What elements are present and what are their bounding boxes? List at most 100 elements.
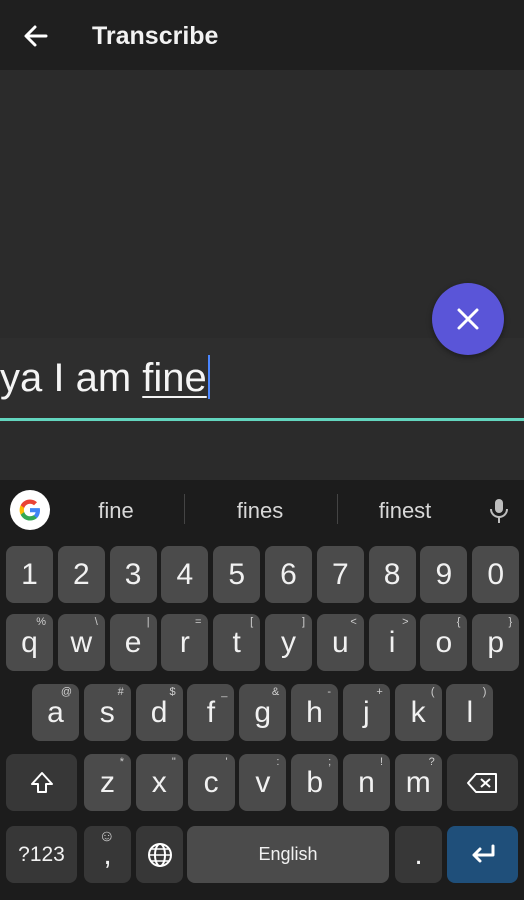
key-hint: :	[276, 756, 280, 768]
key-f[interactable]: f _	[187, 684, 235, 741]
key-hint: (	[430, 686, 435, 698]
key-hint: >	[402, 616, 409, 628]
key-4[interactable]: 4	[161, 546, 209, 603]
transcript-plain: ya I am	[0, 356, 143, 400]
key-8[interactable]: 8	[368, 546, 416, 603]
key-n[interactable]: n!	[343, 754, 390, 811]
key-v[interactable]: v:	[239, 754, 287, 811]
text-caret	[207, 355, 210, 399]
key-s[interactable]: s #	[83, 684, 131, 741]
key-label: e	[124, 625, 142, 659]
key-m[interactable]: m?	[394, 754, 442, 811]
key-hint: '	[225, 756, 228, 768]
key-label: d	[150, 695, 168, 729]
key-label: y	[281, 625, 296, 659]
suggestion-1[interactable]: fine	[70, 498, 162, 524]
shift-icon	[30, 771, 53, 793]
key-label: 6	[280, 557, 297, 591]
close-button[interactable]	[432, 283, 504, 355]
key-h[interactable]: h-	[291, 684, 338, 741]
key-3[interactable]: 3	[109, 546, 157, 603]
key-u[interactable]: u <	[316, 614, 364, 671]
key-7[interactable]: 7	[316, 546, 364, 603]
key-label: 2	[72, 557, 90, 591]
backspace-icon	[466, 772, 497, 793]
page-title: Transcribe	[92, 22, 219, 50]
key-b[interactable]: b;	[291, 754, 339, 811]
key-hint: !	[379, 756, 383, 768]
key-9[interactable]: 9	[420, 546, 468, 603]
key-2[interactable]: 2	[57, 546, 105, 603]
key-d[interactable]: d $	[135, 684, 183, 741]
key-l[interactable]: l)	[446, 684, 494, 741]
key-p[interactable]: p}	[472, 614, 520, 671]
key-label: j	[362, 695, 370, 729]
key-label: 7	[331, 557, 349, 591]
key-hint: {	[456, 616, 461, 628]
key-z[interactable]: z *	[84, 754, 131, 811]
key-5[interactable]: 5	[213, 546, 261, 603]
key-hint: ;	[328, 756, 332, 768]
key-0[interactable]: 0	[472, 546, 520, 603]
key-y[interactable]: y]	[265, 614, 312, 671]
key-hint: =	[194, 616, 202, 628]
keyboard: fine fines finest 1 2 3 4 5 6 7 8 9 0 q% w \ e | r = t[y]…	[0, 480, 524, 900]
suggestion-2[interactable]: fines	[210, 498, 310, 524]
key-1[interactable]: 1	[6, 546, 53, 603]
period-key[interactable]: .	[395, 826, 442, 883]
transcription-area: ya I am fine	[0, 70, 524, 480]
globe-icon	[147, 842, 172, 867]
input-underline	[0, 418, 524, 421]
enter-key[interactable]	[447, 826, 518, 883]
symbols-key[interactable]: ?123	[6, 826, 77, 883]
enter-icon	[472, 844, 494, 862]
key-label: .	[414, 837, 423, 871]
space-key[interactable]: English	[187, 826, 389, 883]
key-label: h	[306, 695, 323, 729]
key-label: t	[232, 625, 241, 659]
key-label: u	[331, 625, 349, 659]
comma-key[interactable]: , ☺	[84, 826, 131, 883]
key-hint: <	[350, 616, 357, 628]
key-t[interactable]: t[	[213, 614, 261, 671]
key-hint: %	[36, 616, 46, 628]
suggestion-strip: fine fines finest	[0, 480, 524, 540]
backspace-key[interactable]	[447, 754, 518, 811]
key-label: k	[410, 695, 426, 729]
transcript-text[interactable]: ya I am fine	[0, 355, 210, 401]
google-g-icon[interactable]	[10, 490, 50, 530]
back-arrow-icon[interactable]	[20, 20, 52, 52]
key-label: ?123	[18, 842, 65, 866]
key-o[interactable]: o{	[420, 614, 468, 671]
key-i[interactable]: i >	[368, 614, 416, 671]
key-j[interactable]: j +	[342, 684, 390, 741]
key-w[interactable]: w \	[57, 614, 105, 671]
key-label: 3	[124, 557, 142, 591]
language-key[interactable]	[136, 826, 183, 883]
shift-key[interactable]	[6, 754, 77, 811]
microphone-icon[interactable]	[488, 497, 510, 525]
key-a[interactable]: a @	[32, 684, 79, 741]
key-g[interactable]: g &	[239, 684, 287, 741]
key-label: s	[99, 695, 115, 729]
app-bar: Transcribe	[0, 0, 524, 70]
key-q[interactable]: q%	[6, 614, 53, 671]
key-k[interactable]: k(	[394, 684, 442, 741]
key-label: l	[466, 695, 474, 729]
key-x[interactable]: x "	[135, 754, 183, 811]
key-r[interactable]: r =	[161, 614, 209, 671]
suggestion-3[interactable]: finest	[355, 498, 455, 524]
key-c[interactable]: c '	[187, 754, 235, 811]
key-label: c	[203, 765, 219, 799]
key-e[interactable]: e |	[109, 614, 157, 671]
key-hint: "	[171, 756, 176, 768]
key-hint: _	[221, 686, 228, 698]
key-label: r	[179, 625, 190, 659]
key-label: 1	[21, 557, 38, 591]
key-label: o	[435, 625, 453, 659]
key-label: p	[487, 625, 505, 659]
key-hint: ]	[301, 616, 305, 628]
key-hint: \	[94, 616, 98, 628]
key-6[interactable]: 6	[265, 546, 312, 603]
key-label: g	[254, 695, 272, 729]
